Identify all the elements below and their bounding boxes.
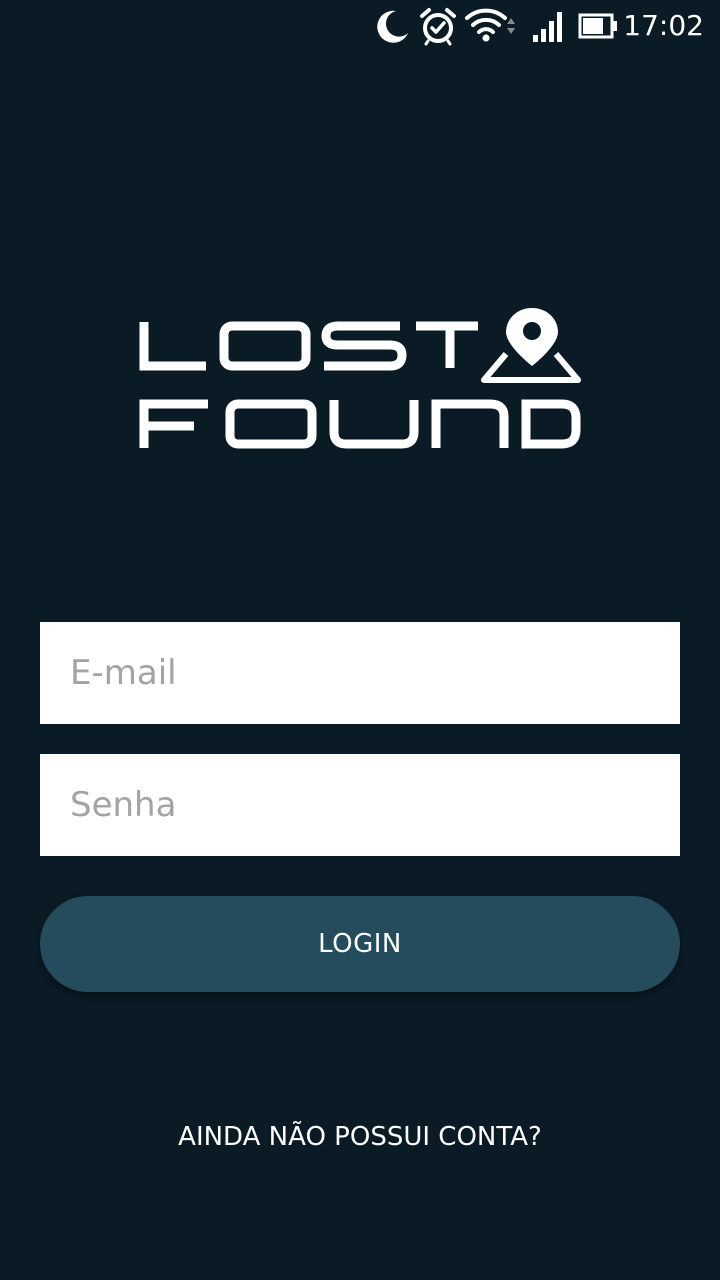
wifi-icon [465, 8, 515, 42]
alarm-icon [420, 8, 456, 46]
email-field[interactable] [40, 622, 680, 724]
app-logo [138, 300, 584, 450]
status-time: 17:02 [623, 9, 704, 42]
moon-icon [377, 10, 408, 43]
login-button[interactable]: LOGIN [40, 896, 680, 992]
signup-link[interactable]: AINDA NÃO POSSUI CONTA? [0, 1122, 720, 1152]
password-field[interactable] [40, 754, 680, 856]
signal-icon [533, 12, 562, 42]
map-pin-icon [481, 308, 581, 383]
status-bar: 17:02 [0, 0, 720, 52]
battery-icon [578, 13, 617, 39]
